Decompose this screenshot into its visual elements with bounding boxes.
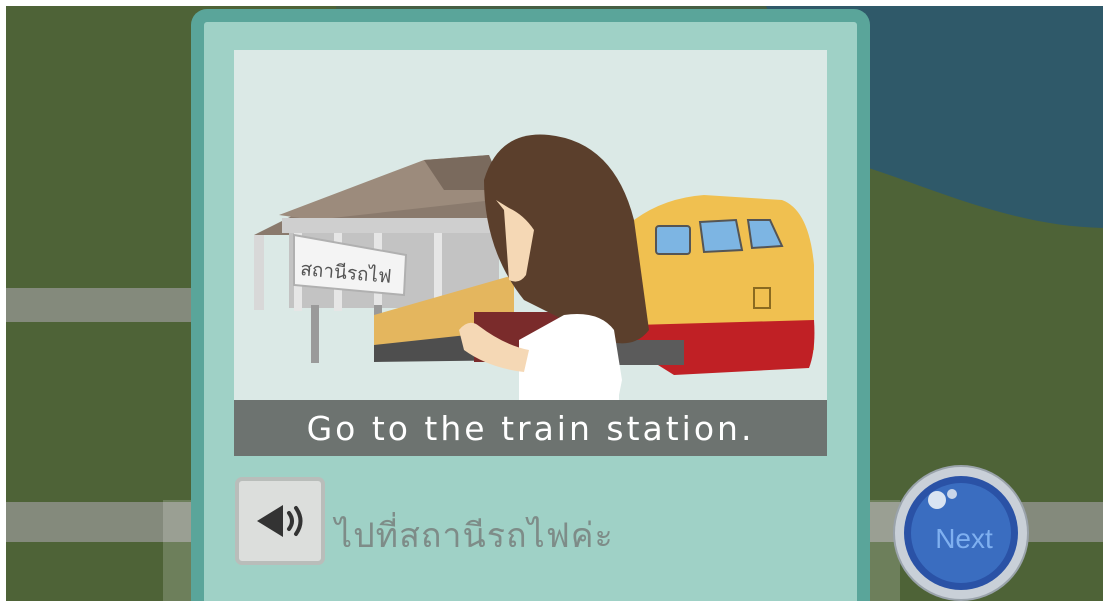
thai-translation: ไปที่สถานีรถไฟค่ะ [335,516,614,556]
train-station-illustration: สถานีรถไฟ [254,134,815,400]
bubble-icon [928,491,946,509]
next-button-label: Next [935,523,993,554]
road-left [6,288,196,322]
speaker-icon [257,505,303,537]
next-button[interactable]: Next [892,464,1030,602]
loco-window [655,225,691,255]
caption-bar: Go to the train station. [234,400,827,456]
play-audio-button[interactable] [235,477,325,565]
illustration-panel: สถานีรถไฟ Go to the train station. [234,50,827,456]
